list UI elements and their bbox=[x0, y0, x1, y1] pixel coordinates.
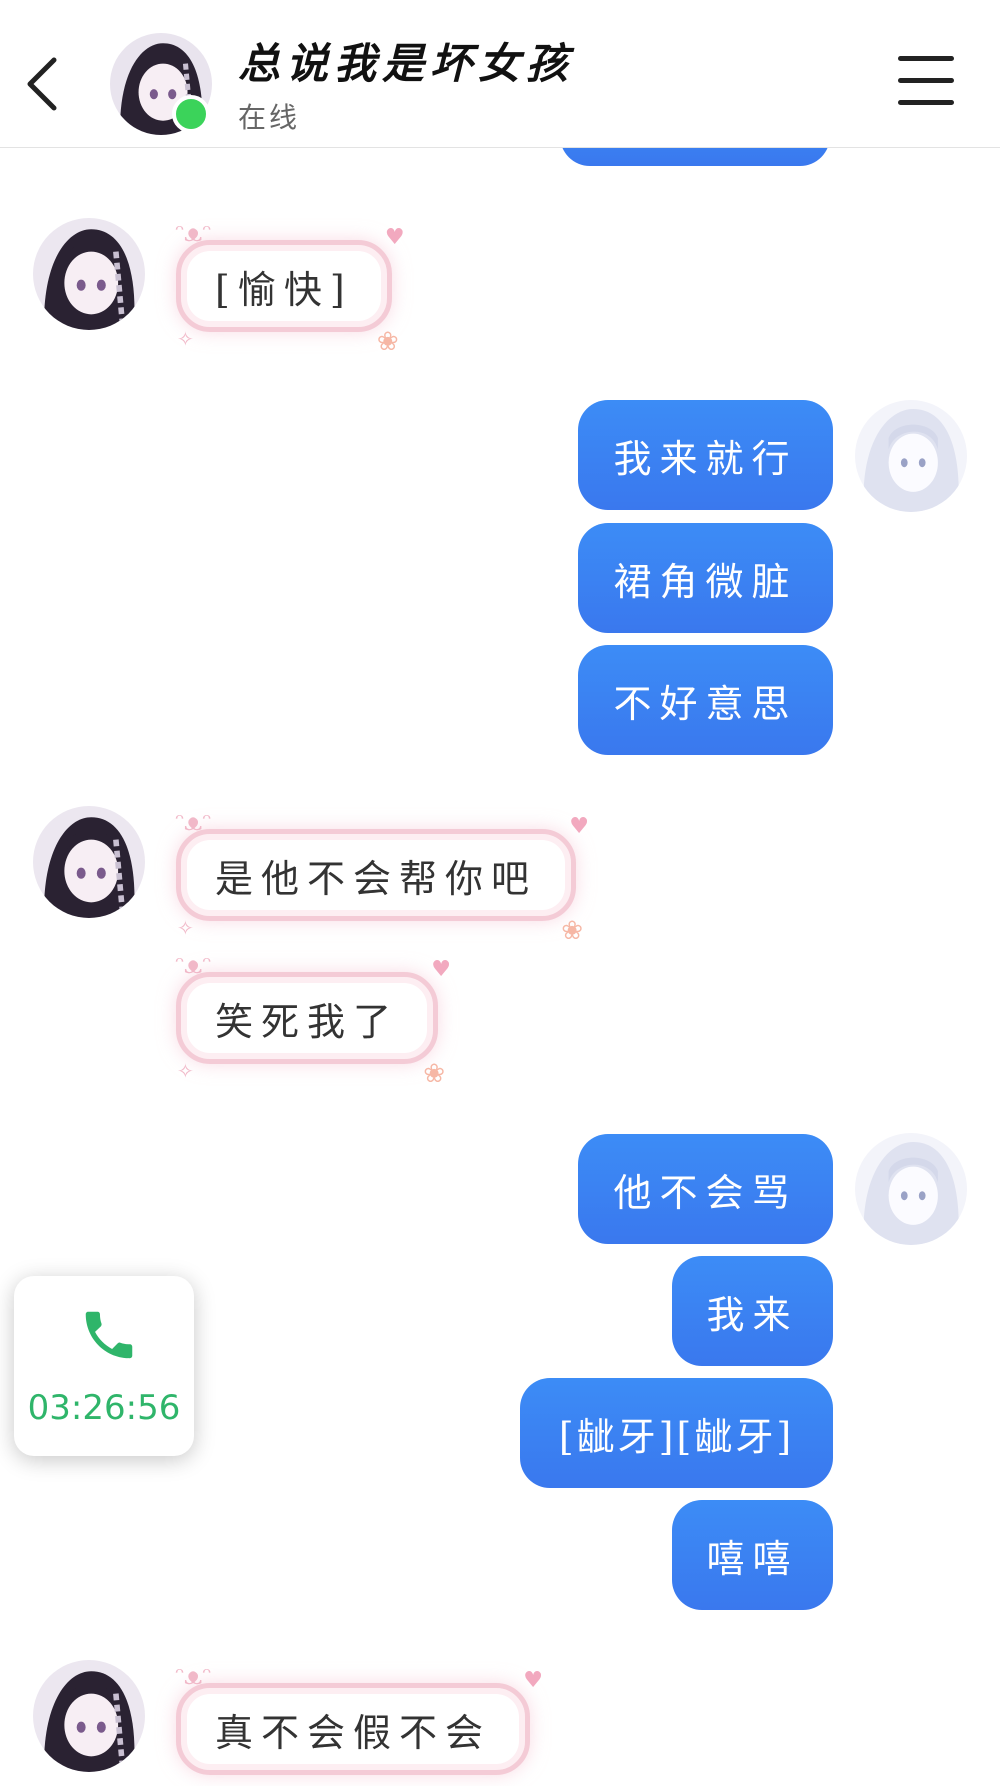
message-list[interactable]: ᵔᴥᵔ ♥ [愉快] ❀ ✧ 我来就行 裙角微脏 不好意思 ᵔᴥᵔ ♥ 是他不会… bbox=[0, 0, 1000, 1786]
bunny-sticker-icon: ᵔᴥᵔ bbox=[175, 951, 212, 979]
heart-icon: ♥ bbox=[523, 1668, 544, 1693]
contact-avatar[interactable] bbox=[33, 1660, 145, 1772]
message-bubble-incoming[interactable]: ᵔᴥᵔ ♥ 笑死我了 ❀ ✧ bbox=[175, 951, 451, 1089]
message-bubble-outgoing[interactable]: [龇牙][龇牙] bbox=[520, 1378, 833, 1488]
white-hair-girl-avatar-icon bbox=[855, 400, 967, 512]
peach-icon: ❀ bbox=[423, 1059, 446, 1089]
sparkle-icon: ✧ bbox=[177, 1059, 194, 1083]
online-status-dot bbox=[172, 95, 210, 133]
contact-avatar[interactable] bbox=[33, 806, 145, 918]
message-bubble-outgoing[interactable]: 他不会骂 bbox=[578, 1134, 833, 1244]
anime-girl-avatar-icon bbox=[33, 218, 145, 330]
my-avatar[interactable] bbox=[855, 1133, 967, 1245]
heart-icon: ♥ bbox=[431, 957, 452, 982]
back-button[interactable] bbox=[14, 44, 74, 124]
ongoing-call-widget[interactable]: 03:26:56 bbox=[14, 1276, 194, 1456]
phone-icon bbox=[85, 1311, 133, 1359]
message-bubble-outgoing[interactable]: 我来就行 bbox=[578, 400, 833, 510]
contact-name: 总说我是坏女孩 bbox=[238, 39, 575, 88]
heart-icon: ♥ bbox=[384, 225, 405, 250]
anime-girl-avatar-icon bbox=[33, 806, 145, 918]
message-bubble-outgoing[interactable]: 不好意思 bbox=[578, 645, 833, 755]
heart-icon: ♥ bbox=[569, 814, 590, 839]
message-bubble-outgoing[interactable]: 嘻嘻 bbox=[672, 1500, 833, 1610]
contact-avatar[interactable] bbox=[33, 218, 145, 330]
message-bubble-outgoing[interactable]: 裙角微脏 bbox=[578, 523, 833, 633]
sparkle-icon: ✧ bbox=[177, 916, 194, 940]
my-avatar[interactable] bbox=[855, 400, 967, 512]
white-hair-girl-avatar-icon bbox=[855, 1133, 967, 1245]
bunny-sticker-icon: ᵔᴥᵔ bbox=[175, 808, 212, 836]
message-bubble-incoming[interactable]: ᵔᴥᵔ ♥ 真不会假不会 bbox=[175, 1662, 543, 1775]
call-timer: 03:26:56 bbox=[27, 1388, 181, 1428]
chevron-left-icon bbox=[27, 57, 57, 111]
message-bubble-incoming[interactable]: ᵔᴥᵔ ♥ [愉快] ❀ ✧ bbox=[175, 219, 405, 357]
peach-icon: ❀ bbox=[376, 327, 399, 357]
menu-button[interactable] bbox=[898, 56, 960, 108]
contact-status: 在线 bbox=[238, 101, 301, 134]
peach-icon: ❀ bbox=[561, 916, 584, 946]
anime-girl-avatar-icon bbox=[33, 1660, 145, 1772]
bunny-sticker-icon: ᵔᴥᵔ bbox=[175, 1662, 212, 1690]
bunny-sticker-icon: ᵔᴥᵔ bbox=[175, 219, 212, 247]
message-bubble-outgoing[interactable]: 我来 bbox=[672, 1256, 833, 1366]
chat-header: 总说我是坏女孩 在线 bbox=[0, 0, 1000, 148]
message-bubble-incoming[interactable]: ᵔᴥᵔ ♥ 是他不会帮你吧 ❀ ✧ bbox=[175, 808, 589, 946]
hamburger-icon bbox=[898, 56, 954, 61]
sparkle-icon: ✧ bbox=[177, 327, 194, 351]
